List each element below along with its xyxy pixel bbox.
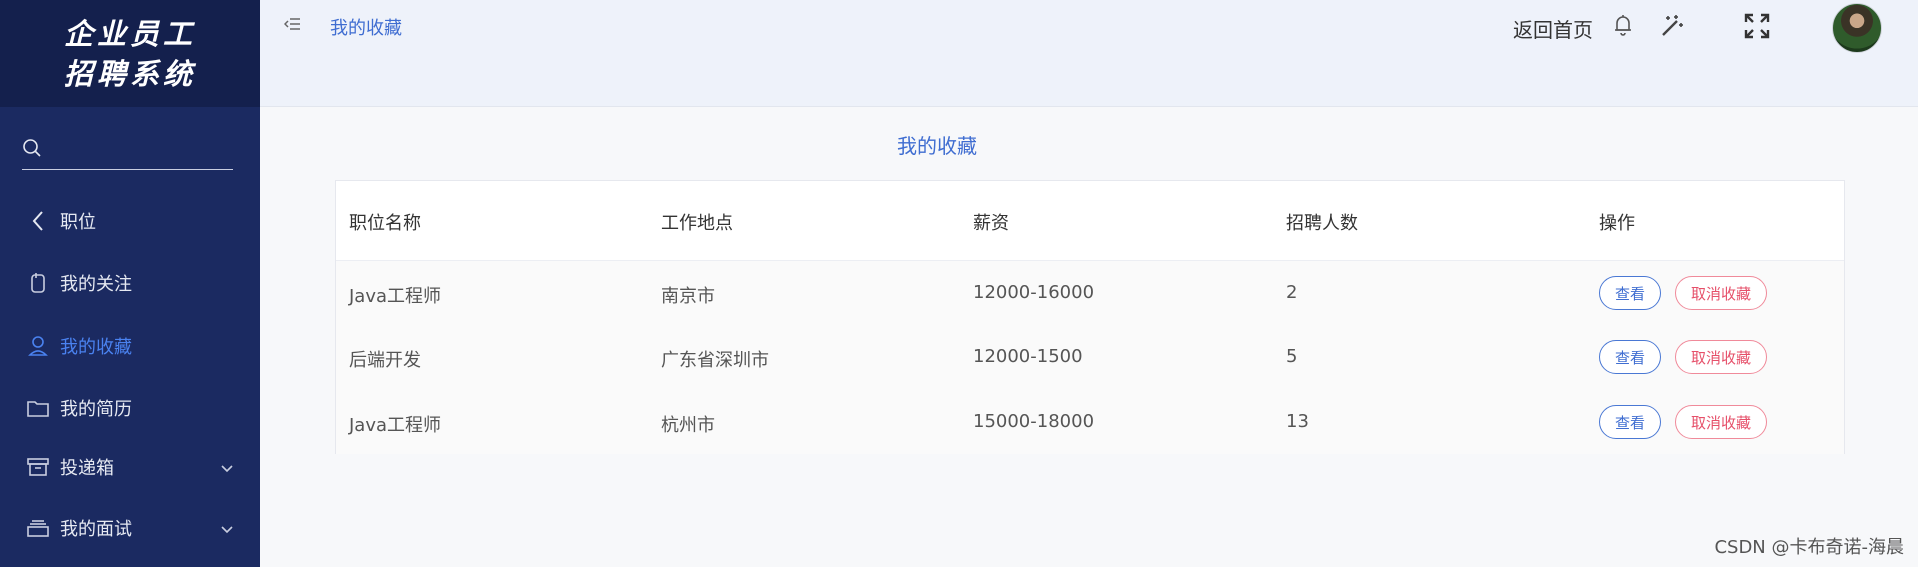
watermark: CSDN @卡布奇诺-海晨 — [1714, 537, 1904, 558]
view-button[interactable]: 查看 — [1599, 340, 1661, 374]
page-title: 我的收藏 — [897, 134, 977, 158]
search-icon — [22, 138, 42, 162]
job-location: 杭州市 — [661, 415, 715, 436]
job-count: 2 — [1286, 282, 1298, 303]
sidebar-item-label: 我的收藏 — [60, 337, 132, 358]
magic-wand-icon[interactable] — [1659, 13, 1685, 43]
phone-icon — [26, 271, 50, 295]
column-header: 薪资 — [973, 213, 1009, 234]
app-root: 企业员工 招聘系统 职位 我的关注 我的收藏 我的简历 投递箱 我的面试 我的收… — [0, 0, 1918, 567]
chevron-left-icon — [26, 209, 50, 233]
table-header: 职位名称 工作地点 薪资 招聘人数 操作 — [336, 181, 1844, 261]
box-icon — [26, 455, 50, 479]
sidebar-search — [22, 130, 233, 170]
column-header: 操作 — [1599, 213, 1635, 234]
sidebar-item-label: 职位 — [60, 212, 96, 233]
sidebar-item-label: 我的简历 — [60, 399, 132, 420]
search-input[interactable] — [52, 140, 222, 159]
stack-icon — [26, 516, 50, 540]
bell-icon[interactable] — [1612, 13, 1634, 41]
back-home-link[interactable]: 返回首页 — [1513, 14, 1593, 43]
job-count: 13 — [1286, 411, 1309, 432]
table-row: Java工程师 南京市 12000-16000 2 查看 取消收藏 — [336, 261, 1844, 325]
favorites-table: 职位名称 工作地点 薪资 招聘人数 操作 Java工程师 南京市 12000-1… — [335, 180, 1845, 454]
menu-fold-icon[interactable] — [283, 15, 302, 37]
column-header: 工作地点 — [661, 213, 733, 234]
sidebar-item-label: 我的关注 — [60, 274, 132, 295]
sidebar-item-label: 我的面试 — [60, 519, 132, 540]
folder-icon — [26, 396, 50, 420]
column-header: 职位名称 — [349, 213, 421, 234]
app-logo: 企业员工 招聘系统 — [0, 0, 260, 107]
table-row: Java工程师 杭州市 15000-18000 13 查看 取消收藏 — [336, 390, 1844, 454]
table-body: Java工程师 南京市 12000-16000 2 查看 取消收藏 后端开发 广… — [336, 261, 1844, 454]
view-button[interactable]: 查看 — [1599, 405, 1661, 439]
job-salary: 15000-18000 — [973, 411, 1095, 432]
cancel-favorite-button[interactable]: 取消收藏 — [1675, 276, 1767, 310]
cancel-favorite-button[interactable]: 取消收藏 — [1675, 340, 1767, 374]
sidebar-item-favorites[interactable]: 我的收藏 — [0, 321, 260, 371]
sidebar-item-follow[interactable]: 我的关注 — [0, 258, 260, 308]
job-name: Java工程师 — [349, 286, 442, 307]
chevron-down-icon — [220, 458, 234, 479]
fullscreen-icon[interactable] — [1744, 13, 1770, 43]
column-header: 招聘人数 — [1286, 213, 1358, 234]
table-row: 后端开发 广东省深圳市 12000-1500 5 查看 取消收藏 — [336, 325, 1844, 389]
sidebar-item-jobs[interactable]: 职位 — [0, 196, 260, 246]
sidebar-item-label: 投递箱 — [60, 458, 114, 479]
sidebar-item-inbox[interactable]: 投递箱 — [0, 442, 260, 492]
job-location: 南京市 — [661, 286, 715, 307]
sidebar: 企业员工 招聘系统 职位 我的关注 我的收藏 我的简历 投递箱 我的面试 — [0, 0, 260, 567]
user-icon — [26, 334, 50, 358]
top-header: 我的收藏 返回首页 — [260, 0, 1918, 107]
view-button[interactable]: 查看 — [1599, 276, 1661, 310]
job-salary: 12000-1500 — [973, 346, 1083, 367]
job-count: 5 — [1286, 346, 1298, 367]
job-salary: 12000-16000 — [973, 282, 1095, 303]
sidebar-item-interviews[interactable]: 我的面试 — [0, 503, 260, 553]
job-location: 广东省深圳市 — [661, 350, 769, 371]
job-name: 后端开发 — [349, 350, 421, 371]
sidebar-item-resume[interactable]: 我的简历 — [0, 383, 260, 433]
app-logo-text: 企业员工 招聘系统 — [63, 16, 196, 91]
chevron-down-icon — [220, 519, 234, 540]
breadcrumb[interactable]: 我的收藏 — [330, 14, 402, 40]
avatar[interactable] — [1832, 3, 1882, 53]
cancel-favorite-button[interactable]: 取消收藏 — [1675, 405, 1767, 439]
job-name: Java工程师 — [349, 415, 442, 436]
